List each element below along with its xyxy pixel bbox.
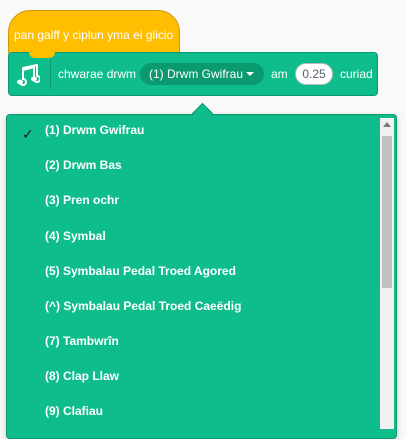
menu-item-hand-clap[interactable]: (8) Clap Llaw — [45, 369, 119, 383]
menu-item-open-hi-hat[interactable]: (5) Symbalau Pedal Troed Agored — [45, 264, 236, 278]
menu-item-tambourine[interactable]: (7) Tambwrîn — [45, 334, 119, 348]
chevron-down-icon — [246, 72, 254, 76]
menu-item-closed-hi-hat[interactable]: (^) Symbalau Pedal Troed Caeëdig — [45, 299, 241, 313]
block-connector-notch — [29, 52, 55, 58]
block-icon-divider — [50, 58, 51, 90]
scrollbar-thumb[interactable] — [382, 136, 392, 288]
selected-checkmark-icon: ✓ — [22, 126, 34, 142]
scroll-up-arrow-icon[interactable] — [383, 122, 391, 127]
menu-item-snare-drum[interactable]: (1) Drwm Gwifrau — [45, 123, 144, 137]
menu-item-claves[interactable]: (9) Clafiau — [45, 404, 103, 418]
beats-input[interactable]: 0.25 — [295, 63, 333, 85]
menu-item-bass-drum[interactable]: (2) Drwm Bas — [45, 158, 122, 172]
drum-select-value: (1) Drwm Gwifrau — [149, 67, 244, 81]
for-label: am — [271, 67, 288, 81]
menu-item-crash-cymbal[interactable]: (4) Symbal — [45, 229, 106, 243]
menu-item-side-stick[interactable]: (3) Pren ochr — [45, 193, 119, 207]
play-drum-label: chwarae drwm — [58, 67, 137, 81]
beats-label: curiad — [340, 67, 373, 81]
music-notes-icon — [17, 64, 40, 86]
hat-block-label: pan gaiff y ciplun yma ei glicio — [14, 28, 174, 42]
drum-select-dropdown[interactable]: (1) Drwm Gwifrau — [140, 63, 264, 85]
